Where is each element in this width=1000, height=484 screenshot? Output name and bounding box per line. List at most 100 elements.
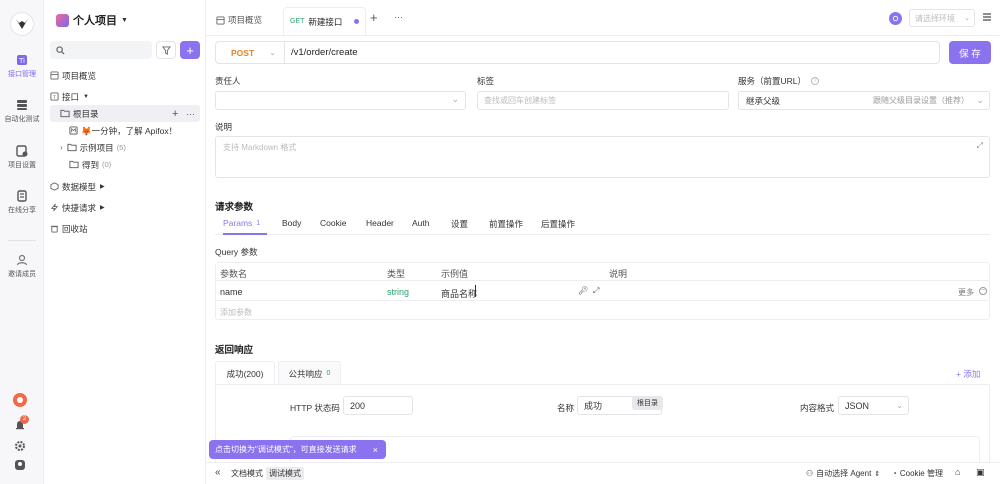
layout-icon[interactable]: ▣ xyxy=(976,467,985,478)
app-logo[interactable] xyxy=(10,12,34,36)
notification-badge: 2 xyxy=(20,415,29,424)
sidebar-item-recycle[interactable]: 回收站 xyxy=(50,220,88,237)
text-cursor xyxy=(475,285,476,297)
left-rail: Ti 接口管理 自动化测试 项目设置 在线分享 邀请成员 2 xyxy=(0,0,44,484)
menu-icon[interactable] xyxy=(982,12,992,24)
tab-pre-ops[interactable]: 前置操作 xyxy=(489,218,523,230)
item-count: (5) xyxy=(116,143,126,152)
fox-logo-icon xyxy=(16,19,28,29)
sidebar-item-got[interactable]: 得到 (0) xyxy=(69,156,111,173)
sort-icon: ⇕ xyxy=(874,470,881,478)
debug-mode-button[interactable]: 调试模式 xyxy=(266,467,304,480)
tab-body[interactable]: Body xyxy=(282,218,301,228)
sidebar-item-overview[interactable]: 项目概览 xyxy=(50,67,96,84)
remove-row-icon[interactable]: − xyxy=(979,287,987,295)
more-icon[interactable]: ··· xyxy=(186,109,195,119)
service-label-group: 服务（前置URL） ? xyxy=(738,75,820,87)
tab-new-interface[interactable]: GET 新建接口 xyxy=(283,7,366,35)
owner-select[interactable]: ⌄ xyxy=(215,91,466,110)
tab-success[interactable]: 成功(200) xyxy=(215,361,275,385)
sidebar-item-examples[interactable]: › 示例项目 (5) xyxy=(60,139,126,156)
tabs-more-icon[interactable]: ··· xyxy=(394,12,403,22)
sidebar-item-quickstart[interactable]: 🦊一分钟，了解 Apifox！ xyxy=(69,122,177,139)
rail-item-automation[interactable]: 自动化测试 xyxy=(0,99,44,124)
tab-settings[interactable]: 设置 xyxy=(451,218,468,230)
user-avatar-icon[interactable] xyxy=(14,459,26,473)
sidebar-item-quick-requests[interactable]: 快捷请求 ▶ xyxy=(50,199,105,216)
filter-icon xyxy=(161,45,171,55)
tab-params[interactable]: Params 1 xyxy=(223,218,260,228)
bolt-icon xyxy=(50,203,59,212)
search-input[interactable] xyxy=(50,41,152,59)
filter-button[interactable] xyxy=(156,41,176,59)
param-type[interactable]: string xyxy=(387,287,409,297)
tab-label: 项目概览 xyxy=(228,15,263,25)
col-header-type: 类型 xyxy=(387,269,406,279)
project-header[interactable]: 个人项目 ▼ xyxy=(56,12,128,28)
main-panel: 项目概览 GET 新建接口 + ··· 请选择环境 ⌄ POST ⌄ /v1/o… xyxy=(206,0,1000,484)
chevron-down-icon: ⌄ xyxy=(964,15,970,22)
content-format-select[interactable]: JSON ⌄ xyxy=(838,396,909,415)
env-placeholder: 请选择环境 xyxy=(915,13,955,23)
param-name[interactable]: name xyxy=(220,287,243,297)
help-circle-icon[interactable]: ? xyxy=(811,77,820,85)
param-example[interactable]: 商品名称 xyxy=(441,287,477,300)
table-row[interactable]: name string 商品名称 🔑︎ ⤢ 更多 − xyxy=(216,282,989,301)
service-select[interactable]: 继承父级 跟随父级目录设置（推荐） ⌄ xyxy=(738,91,990,110)
url-value: /v1/order/create xyxy=(291,47,358,58)
new-tab-button[interactable]: + xyxy=(370,10,378,25)
add-response-link[interactable]: + 添加 xyxy=(956,368,980,380)
debug-mode-toast[interactable]: 点击切换为"调试模式"，可直接发送请求 × xyxy=(209,440,386,459)
agent-icon: ⚇ xyxy=(806,469,814,478)
description-textarea[interactable]: 支持 Markdown 格式 ⤢ xyxy=(215,136,990,178)
http-status-input[interactable]: 200 xyxy=(343,396,413,415)
project-title: 个人项目 xyxy=(73,15,117,27)
tab-common-response[interactable]: 公共响应 0 xyxy=(278,361,341,385)
project-avatar xyxy=(56,13,69,27)
tab-cookie[interactable]: Cookie xyxy=(320,218,346,228)
rail-label: 项目设置 xyxy=(8,162,36,169)
http-status-label: HTTP 状态码 xyxy=(290,403,340,413)
rail-item-invite[interactable]: 邀请成员 xyxy=(0,254,44,279)
shirt-icon[interactable]: ⌂ xyxy=(955,467,960,477)
env-sync-icon[interactable] xyxy=(889,12,902,25)
expand-icon[interactable]: ⤢ xyxy=(977,141,983,151)
expand-icon[interactable]: ⤢ xyxy=(593,286,599,296)
sidebar-item-data-models[interactable]: 数据模型 ▶ xyxy=(50,178,105,195)
add-param-placeholder[interactable]: 添加参数 xyxy=(220,307,252,318)
description-placeholder: 支持 Markdown 格式 xyxy=(223,143,297,152)
rail-item-online-share[interactable]: 在线分享 xyxy=(0,190,44,215)
cookie-manager[interactable]: ◔ Cookie 管理 xyxy=(892,468,943,479)
help-lifebuoy-icon[interactable] xyxy=(13,393,27,407)
cube-icon xyxy=(50,182,59,191)
close-icon[interactable]: × xyxy=(373,445,378,455)
tab-header[interactable]: Header xyxy=(366,218,394,228)
search-icon xyxy=(56,45,65,55)
method-select[interactable]: POST ⌄ xyxy=(215,41,285,64)
sidebar-item-interfaces[interactable]: T 接口 ▼ xyxy=(50,88,89,105)
key-icon[interactable]: 🔑︎ xyxy=(578,286,588,295)
rail-item-project-settings[interactable]: 项目设置 xyxy=(0,145,44,170)
add-icon[interactable]: + xyxy=(172,108,178,120)
notification-bell-icon[interactable]: 2 xyxy=(14,415,29,433)
gear-icon[interactable] xyxy=(14,440,26,454)
more-link[interactable]: 更多 xyxy=(958,287,974,298)
tab-overview[interactable]: 项目概览 xyxy=(216,14,262,26)
doc-mode-button[interactable]: 文档模式 xyxy=(228,467,266,480)
tags-input[interactable]: 查找或回车创建标签 xyxy=(477,91,729,110)
collapse-sidebar-icon[interactable]: « xyxy=(215,467,221,478)
rail-label: 自动化测试 xyxy=(4,116,40,123)
agent-select[interactable]: ⚇ 自动选择 Agent ⇕ xyxy=(806,468,880,479)
env-select[interactable]: 请选择环境 ⌄ xyxy=(909,9,975,27)
tab-post-ops[interactable]: 后置操作 xyxy=(541,218,575,230)
toast-text: 点击切换为"调试模式"，可直接发送请求 xyxy=(215,445,357,454)
url-input[interactable]: /v1/order/create xyxy=(285,41,940,64)
col-header-name: 参数名 xyxy=(220,269,248,279)
sidebar-item-root-dir[interactable]: 根目录 + ··· xyxy=(50,105,200,122)
rail-item-api-management[interactable]: Ti 接口管理 xyxy=(0,54,44,79)
chevron-down-icon: ⌄ xyxy=(269,48,276,57)
tab-method: GET xyxy=(290,18,305,25)
tab-auth[interactable]: Auth xyxy=(412,218,430,228)
add-button[interactable]: + xyxy=(180,41,200,59)
save-button[interactable]: 保 存 xyxy=(949,41,991,64)
